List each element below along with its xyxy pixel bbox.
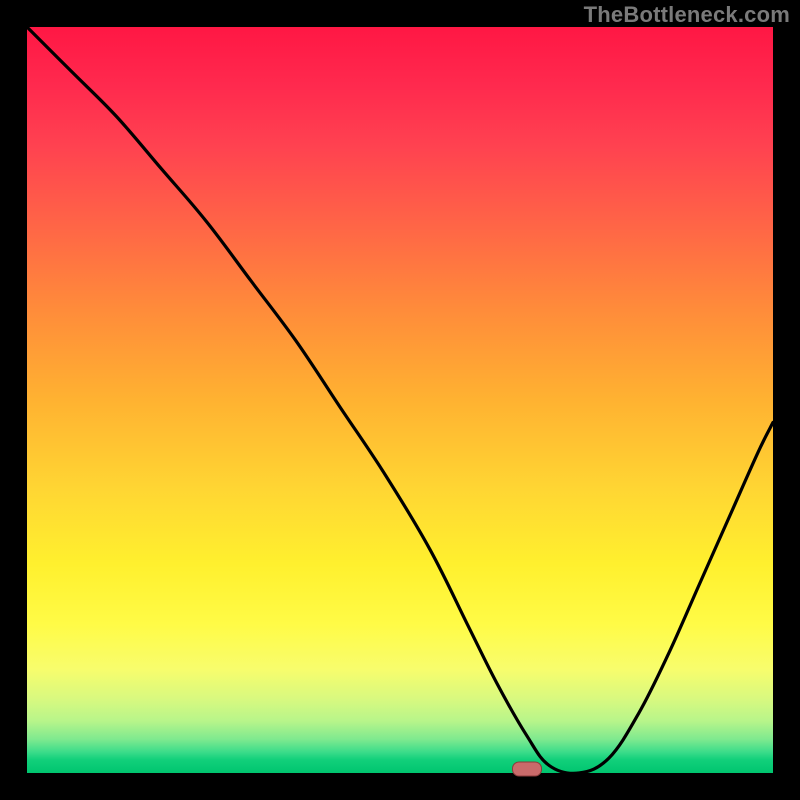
sweet-spot-marker bbox=[512, 762, 542, 777]
bottleneck-curve bbox=[27, 27, 773, 773]
curve-path bbox=[27, 27, 773, 773]
plot-area bbox=[27, 27, 773, 773]
chart-frame: TheBottleneck.com bbox=[0, 0, 800, 800]
watermark-text: TheBottleneck.com bbox=[584, 2, 790, 28]
